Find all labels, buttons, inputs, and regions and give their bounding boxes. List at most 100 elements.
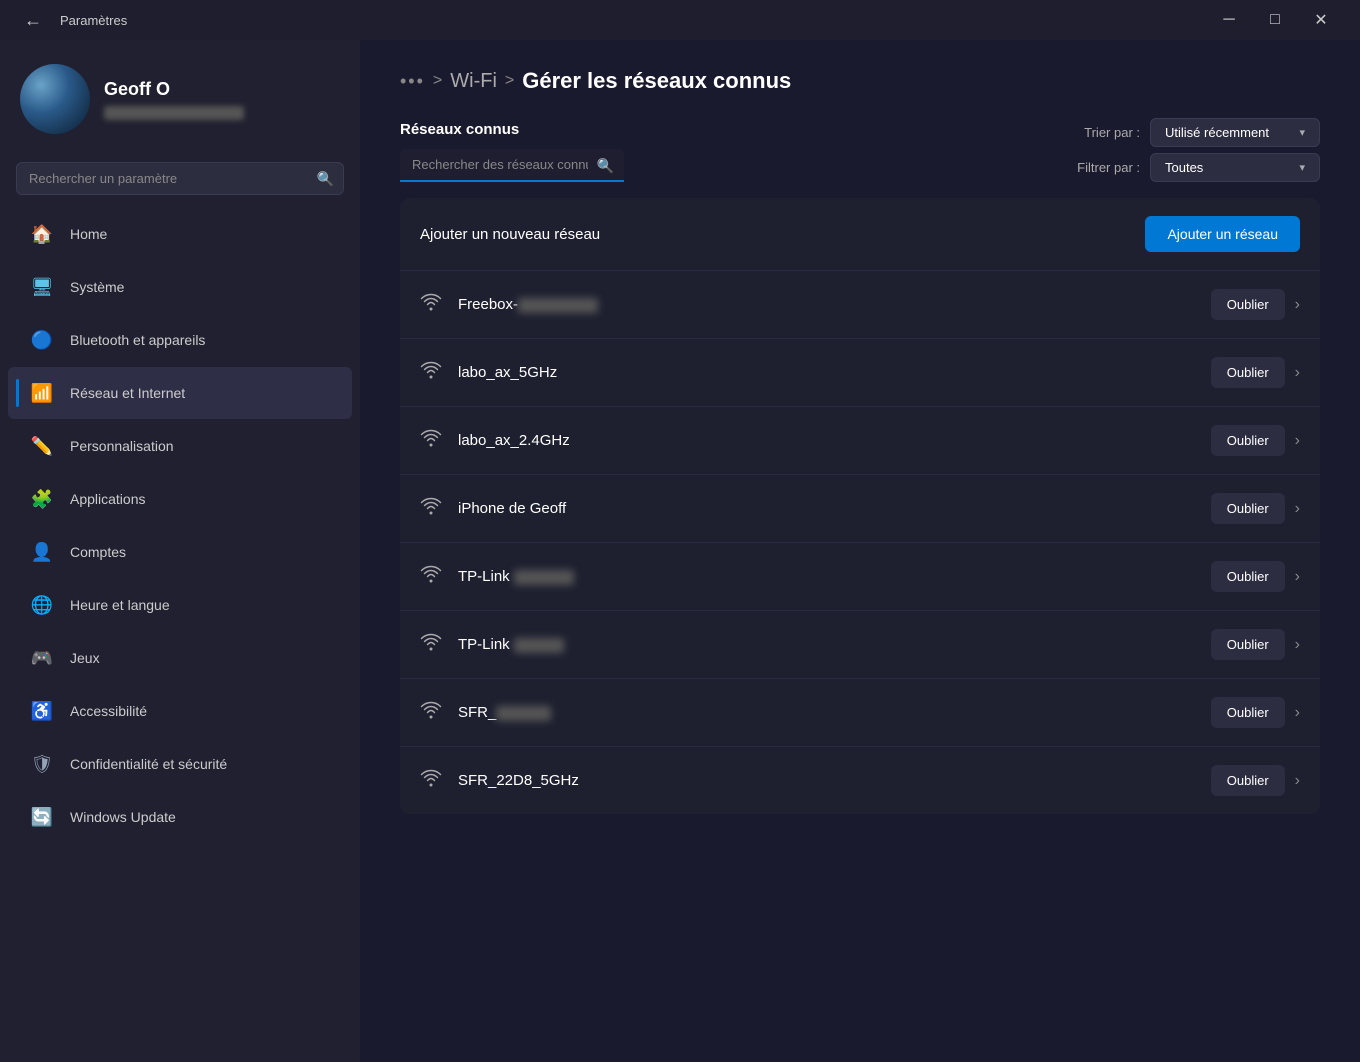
user-name: Geoff O xyxy=(104,79,244,100)
sidebar-item-update[interactable]: 🔄 Windows Update xyxy=(8,791,352,843)
sidebar-nav: 🏠 Home 🖥 Système 🔵 Bluetooth et appareil… xyxy=(0,207,360,844)
sidebar-item-applications[interactable]: 🧩 Applications xyxy=(8,473,352,525)
search-networks-box: 🔍 xyxy=(400,149,624,182)
network-row[interactable]: SFR_22D8_5GHz Oublier › xyxy=(400,747,1320,814)
network-name: TP-Link xyxy=(458,568,1211,585)
search-networks-input[interactable] xyxy=(400,149,624,182)
maximize-button[interactable]: □ xyxy=(1252,0,1298,40)
breadcrumb-dots[interactable]: ••• xyxy=(400,71,425,92)
nav-icon-confidentialite: 🛡 xyxy=(28,750,56,778)
nav-icon-accessibilite: ♿ xyxy=(28,697,56,725)
network-name-blurred xyxy=(496,706,551,721)
wifi-icon xyxy=(420,769,442,793)
filter-dropdown[interactable]: Toutes ▾ xyxy=(1150,153,1320,182)
network-rows: Freebox- Oublier › labo_ax_5GHz Oublier … xyxy=(400,271,1320,814)
breadcrumb-wifi[interactable]: Wi-Fi xyxy=(450,70,497,93)
top-controls: Réseaux connus 🔍 Trier par : Utilisé réc… xyxy=(400,118,1320,182)
forget-button[interactable]: Oublier xyxy=(1211,357,1285,388)
sidebar-item-bluetooth[interactable]: 🔵 Bluetooth et appareils xyxy=(8,314,352,366)
network-row[interactable]: TP-Link Oublier › xyxy=(400,611,1320,679)
nav-icon-update: 🔄 xyxy=(28,803,56,831)
nav-icon-reseau: 📶 xyxy=(28,379,56,407)
breadcrumb-current: Gérer les réseaux connus xyxy=(522,68,791,94)
sidebar-item-reseau[interactable]: 📶 Réseau et Internet xyxy=(8,367,352,419)
forget-button[interactable]: Oublier xyxy=(1211,493,1285,524)
titlebar-title: Paramètres xyxy=(60,13,127,28)
chevron-right-icon: › xyxy=(1295,500,1300,518)
network-name-blurred xyxy=(514,570,574,585)
breadcrumb-sep-2: > xyxy=(505,72,514,90)
section-header-left: Réseaux connus 🔍 xyxy=(400,121,624,182)
nav-icon-applications: 🧩 xyxy=(28,485,56,513)
sort-row: Trier par : Utilisé récemment ▾ xyxy=(1084,118,1320,147)
network-row[interactable]: Freebox- Oublier › xyxy=(400,271,1320,339)
forget-button[interactable]: Oublier xyxy=(1211,697,1285,728)
user-section: Geoff O xyxy=(0,40,360,154)
network-row[interactable]: labo_ax_2.4GHz Oublier › xyxy=(400,407,1320,475)
network-name: iPhone de Geoff xyxy=(458,500,1211,517)
forget-button[interactable]: Oublier xyxy=(1211,289,1285,320)
sidebar-item-confidentialite[interactable]: 🛡 Confidentialité et sécurité xyxy=(8,738,352,790)
sidebar-item-heure[interactable]: 🌐 Heure et langue xyxy=(8,579,352,631)
sidebar-item-systeme[interactable]: 🖥 Système xyxy=(8,261,352,313)
user-email-blurred xyxy=(104,106,244,120)
forget-button[interactable]: Oublier xyxy=(1211,629,1285,660)
sidebar-item-comptes[interactable]: 👤 Comptes xyxy=(8,526,352,578)
sidebar: Geoff O 🔍 🏠 Home 🖥 Système 🔵 Bluetooth e… xyxy=(0,40,360,1062)
add-network-row[interactable]: Ajouter un nouveau réseau Ajouter un rés… xyxy=(400,198,1320,271)
nav-icon-jeux: 🎮 xyxy=(28,644,56,672)
add-network-text: Ajouter un nouveau réseau xyxy=(420,226,600,243)
titlebar: ← Paramètres ─ □ ✕ xyxy=(0,0,1360,40)
sidebar-item-personnalisation[interactable]: ✏️ Personnalisation xyxy=(8,420,352,472)
network-row[interactable]: SFR_ Oublier › xyxy=(400,679,1320,747)
chevron-right-icon: › xyxy=(1295,432,1300,450)
sidebar-item-jeux[interactable]: 🎮 Jeux xyxy=(8,632,352,684)
network-name: SFR_ xyxy=(458,704,1211,721)
content-inner: ••• > Wi-Fi > Gérer les réseaux connus R… xyxy=(360,40,1360,842)
nav-label-applications: Applications xyxy=(70,491,146,507)
titlebar-left: ← Paramètres xyxy=(16,6,127,35)
wifi-icon xyxy=(420,293,442,317)
nav-label-systeme: Système xyxy=(70,279,124,295)
minimize-button[interactable]: ─ xyxy=(1206,0,1252,40)
network-row[interactable]: TP-Link Oublier › xyxy=(400,543,1320,611)
sort-label: Trier par : xyxy=(1084,125,1140,140)
nav-icon-comptes: 👤 xyxy=(28,538,56,566)
nav-icon-bluetooth: 🔵 xyxy=(28,326,56,354)
forget-button[interactable]: Oublier xyxy=(1211,425,1285,456)
wifi-icon xyxy=(420,701,442,725)
search-networks-container: 🔍 xyxy=(400,149,624,182)
main-layout: Geoff O 🔍 🏠 Home 🖥 Système 🔵 Bluetooth e… xyxy=(0,40,1360,1062)
network-row[interactable]: labo_ax_5GHz Oublier › xyxy=(400,339,1320,407)
user-info: Geoff O xyxy=(104,79,244,120)
sidebar-item-home[interactable]: 🏠 Home xyxy=(8,208,352,260)
add-network-button[interactable]: Ajouter un réseau xyxy=(1145,216,1300,252)
sidebar-search-box: 🔍 xyxy=(16,162,344,195)
sidebar-item-accessibilite[interactable]: ♿ Accessibilité xyxy=(8,685,352,737)
search-icon: 🔍 xyxy=(317,170,334,187)
close-button[interactable]: ✕ xyxy=(1298,0,1344,40)
search-input[interactable] xyxy=(16,162,344,195)
network-row[interactable]: iPhone de Geoff Oublier › xyxy=(400,475,1320,543)
breadcrumb: ••• > Wi-Fi > Gérer les réseaux connus xyxy=(400,68,1320,94)
avatar-image xyxy=(20,64,90,134)
nav-icon-systeme: 🖥 xyxy=(28,273,56,301)
sort-dropdown[interactable]: Utilisé récemment ▾ xyxy=(1150,118,1320,147)
wifi-icon xyxy=(420,361,442,385)
filter-value: Toutes xyxy=(1165,160,1203,175)
search-networks-icon: 🔍 xyxy=(597,157,614,174)
nav-label-confidentialite: Confidentialité et sécurité xyxy=(70,756,227,772)
sort-value: Utilisé récemment xyxy=(1165,125,1269,140)
nav-label-personnalisation: Personnalisation xyxy=(70,438,174,454)
nav-label-accessibilite: Accessibilité xyxy=(70,703,147,719)
chevron-right-icon: › xyxy=(1295,568,1300,586)
filter-label: Filtrer par : xyxy=(1077,160,1140,175)
forget-button[interactable]: Oublier xyxy=(1211,765,1285,796)
forget-button[interactable]: Oublier xyxy=(1211,561,1285,592)
network-name: labo_ax_5GHz xyxy=(458,364,1211,381)
section-title: Réseaux connus xyxy=(400,121,519,138)
back-button[interactable]: ← xyxy=(16,6,50,35)
network-list: Ajouter un nouveau réseau Ajouter un rés… xyxy=(400,198,1320,814)
nav-label-heure: Heure et langue xyxy=(70,597,170,613)
chevron-right-icon: › xyxy=(1295,772,1300,790)
